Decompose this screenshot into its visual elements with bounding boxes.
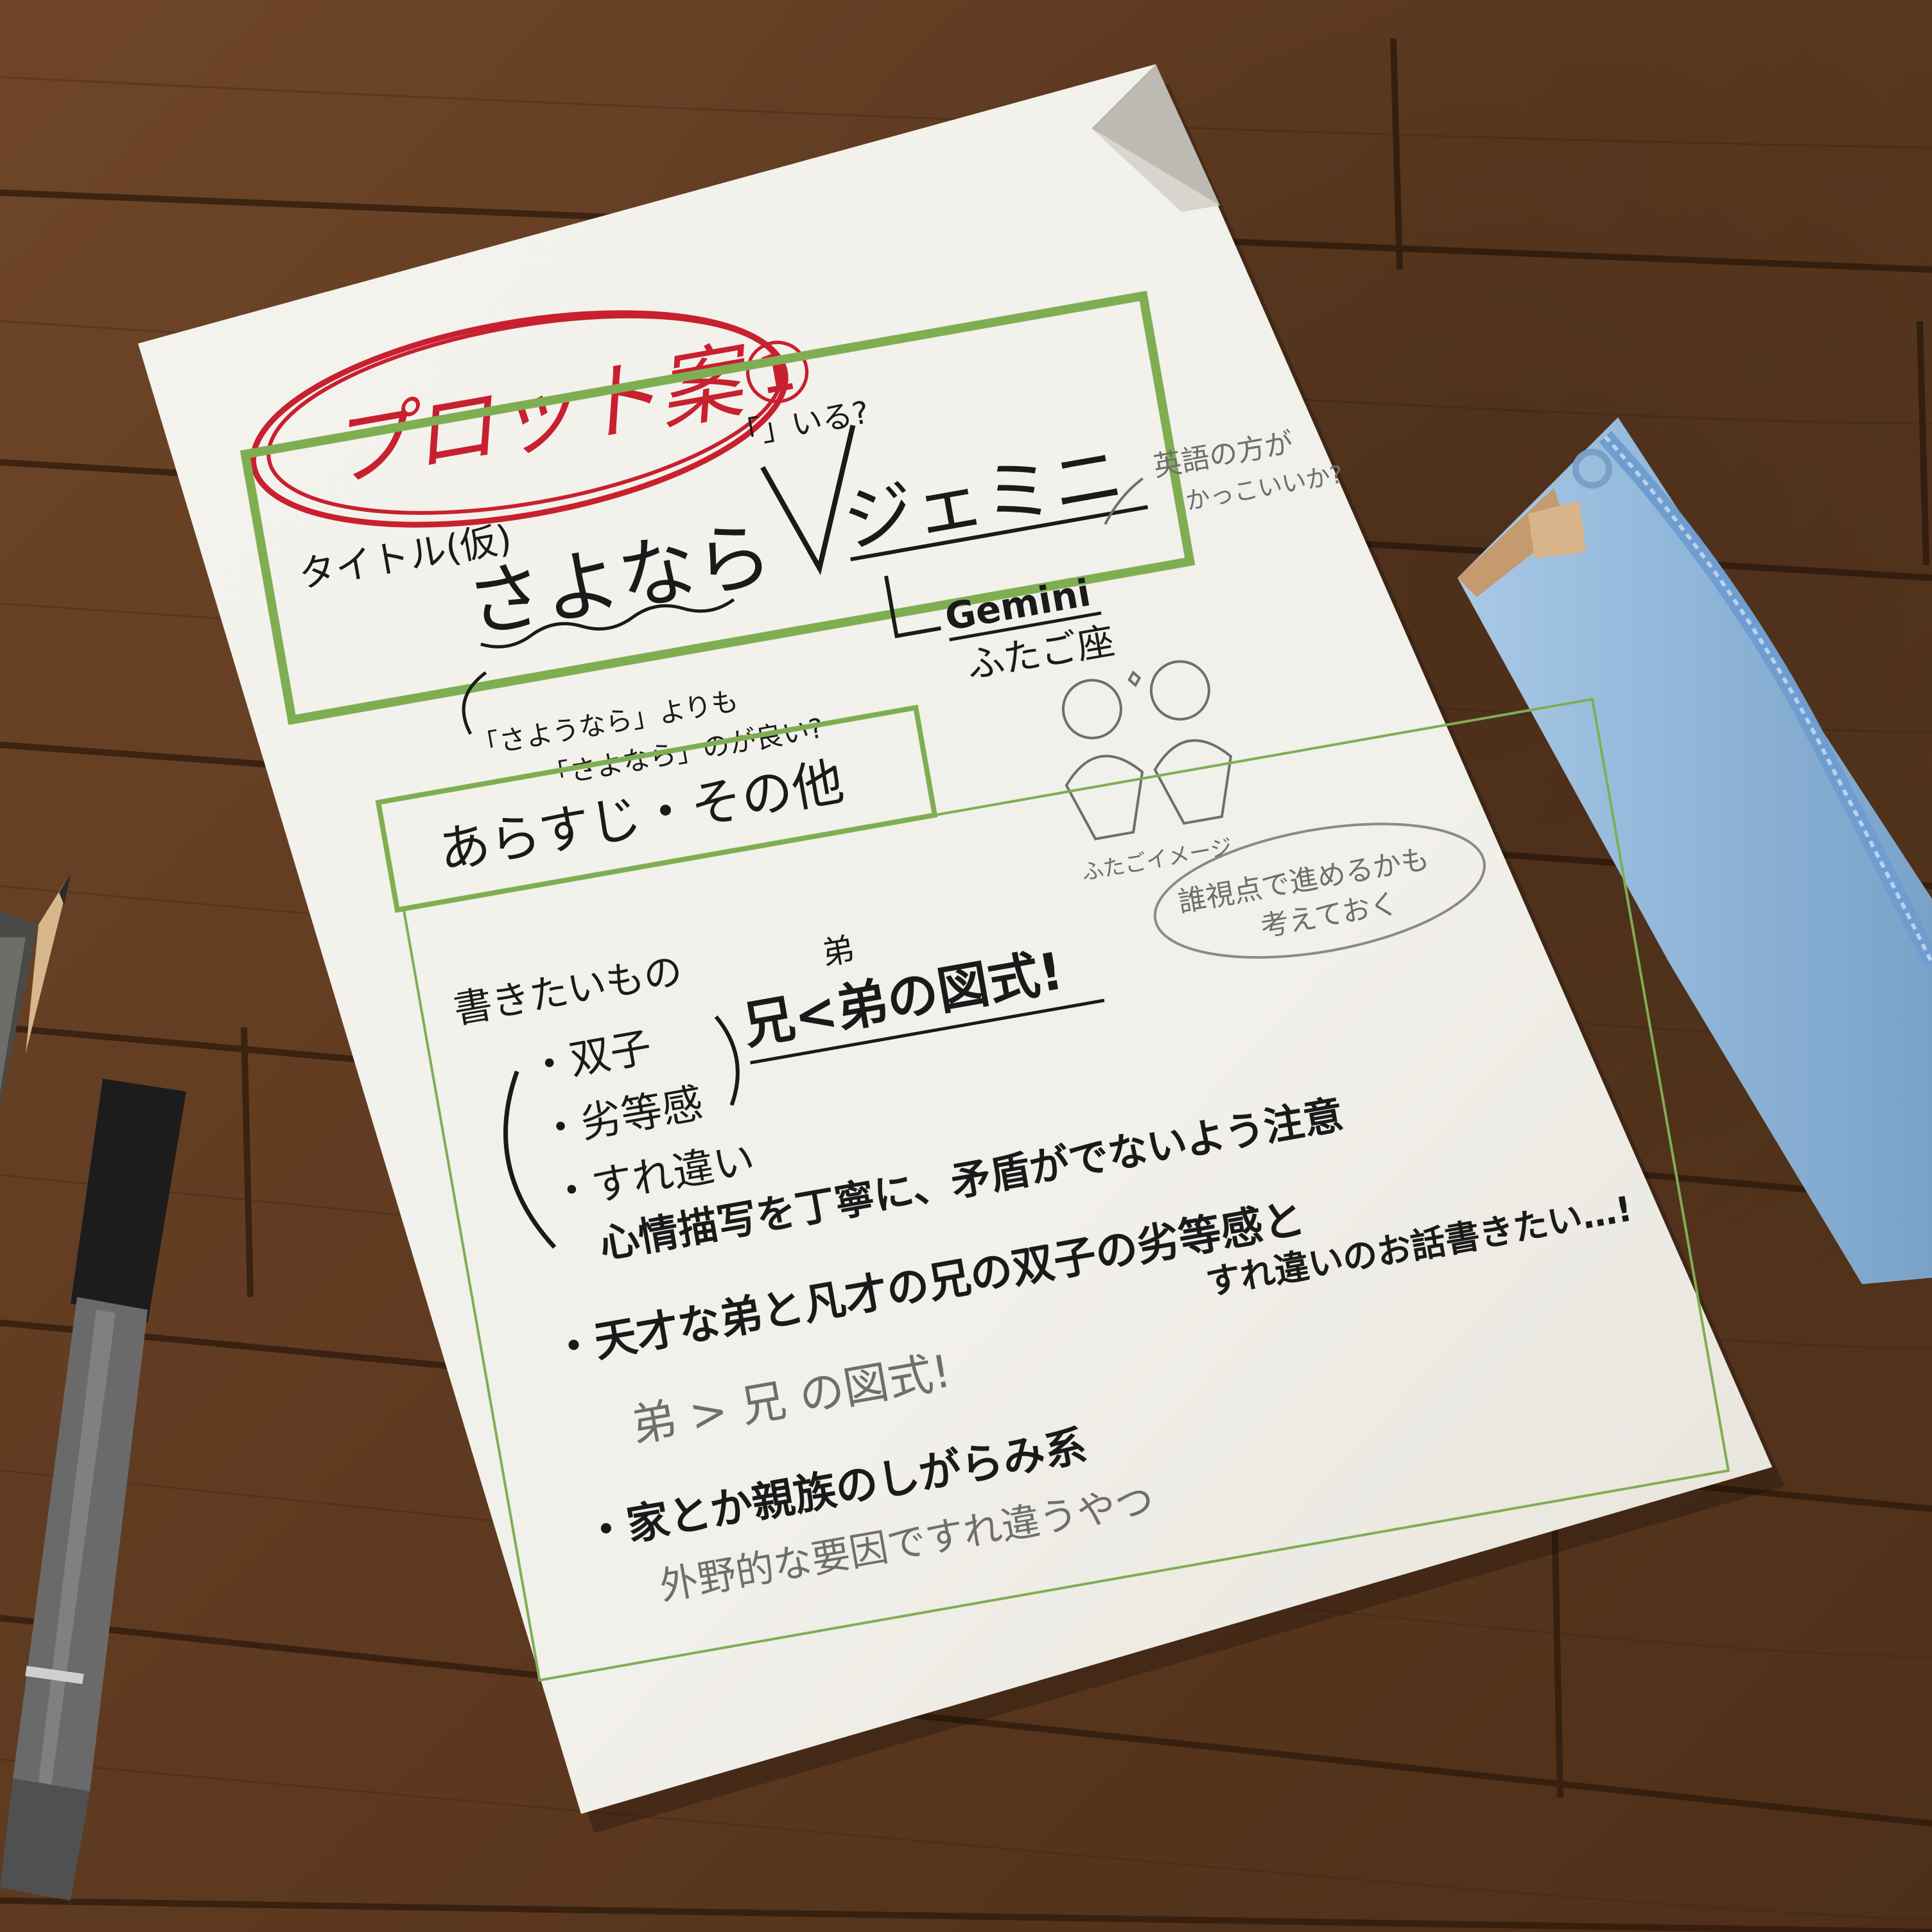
photo-scene: プロット案① タイトル(仮) さよなら ジェミニ 「」いる? Gemini ふた… [0, 0, 1932, 1932]
brother-diagram-top: 弟 [819, 930, 857, 973]
desk-photo: プロット案① タイトル(仮) さよなら ジェミニ 「」いる? Gemini ふた… [0, 0, 1932, 1932]
